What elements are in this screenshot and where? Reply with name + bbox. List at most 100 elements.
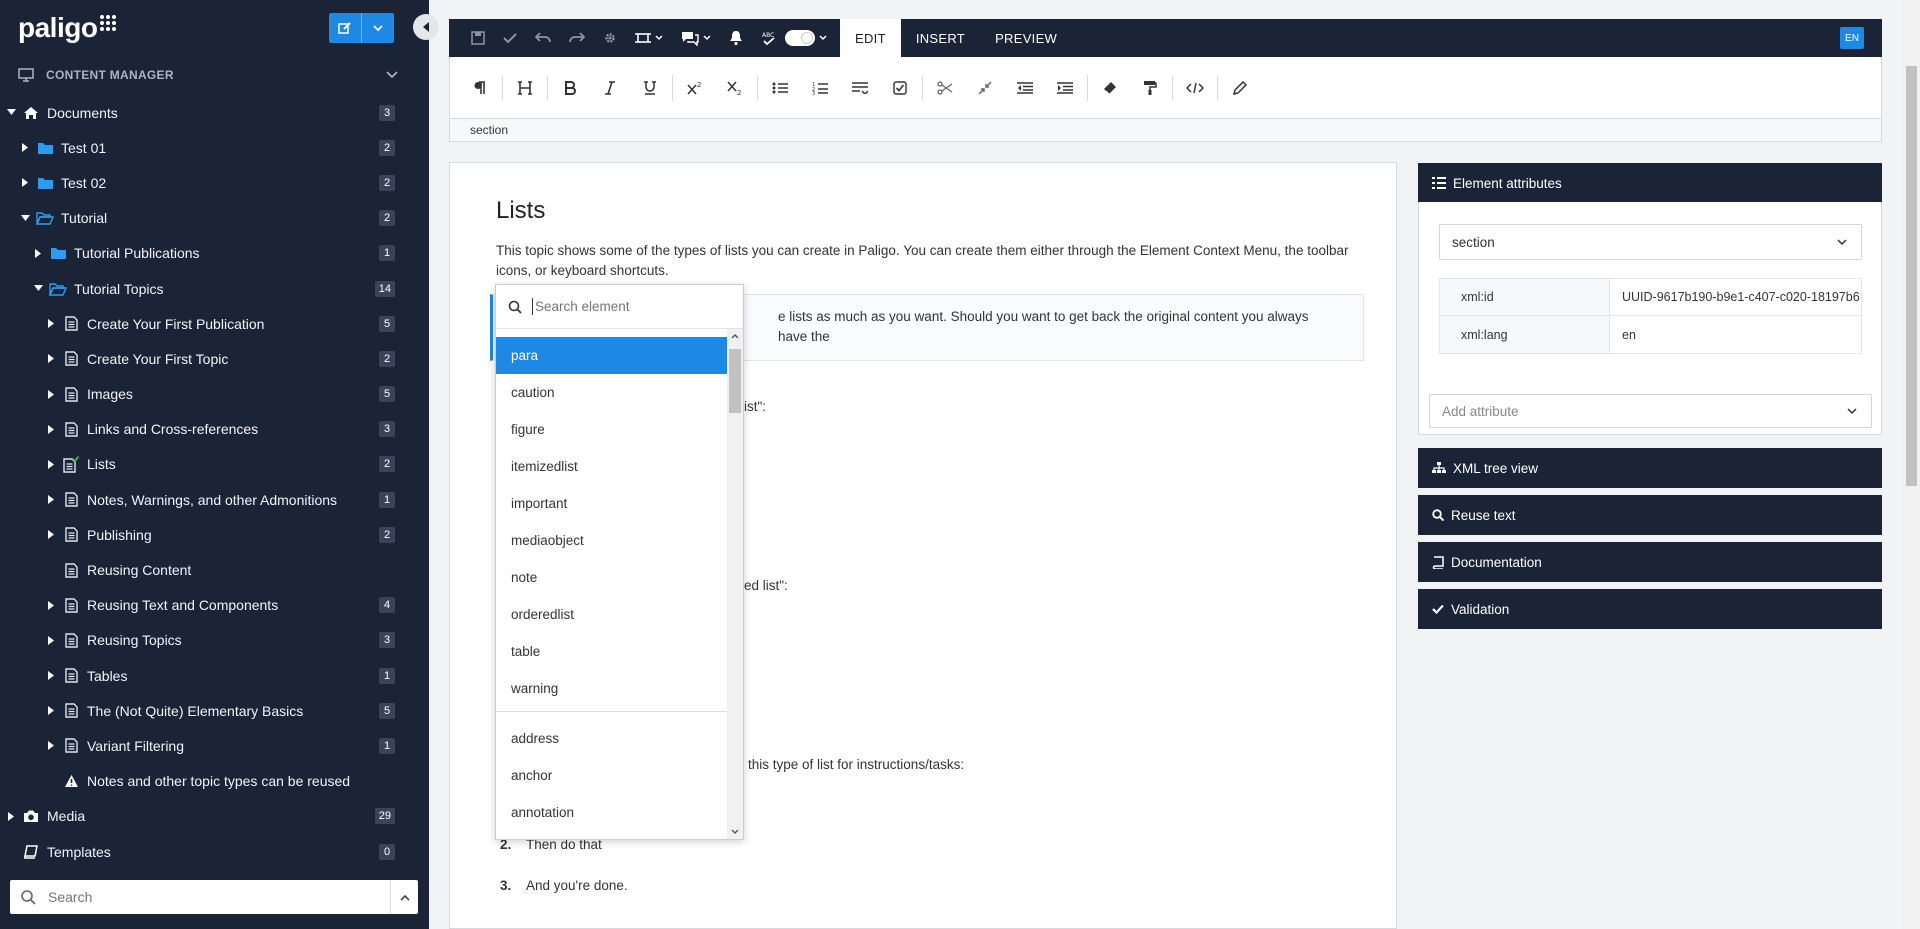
code-icon[interactable]	[1175, 68, 1215, 108]
element-search-input[interactable]	[532, 298, 712, 315]
element-option[interactable]: important	[496, 485, 728, 522]
caret-right-icon[interactable]	[20, 178, 30, 188]
chevron-up-icon[interactable]	[390, 880, 418, 914]
comments-icon[interactable]	[672, 19, 720, 57]
list-item-text[interactable]: And you're done.	[526, 878, 628, 893]
scrollbar-thumb[interactable]	[1906, 66, 1917, 486]
edit-icon[interactable]	[329, 13, 362, 43]
tree-item[interactable]: Lists 2	[0, 447, 429, 482]
undo-icon[interactable]	[526, 19, 560, 57]
redo-icon[interactable]	[560, 19, 594, 57]
element-option[interactable]: itemizedlist	[496, 448, 728, 485]
caret-right-icon[interactable]	[46, 530, 56, 540]
element-attributes-header[interactable]: Element attributes	[1418, 163, 1882, 203]
list-intro-text[interactable]: this type of list for instructions/tasks…	[748, 757, 964, 772]
tree-item[interactable]: Reusing Content	[0, 552, 429, 587]
list-item[interactable]: 3. And you're done.	[500, 878, 628, 893]
numbered-list-icon[interactable]: 123	[800, 68, 840, 108]
note-text[interactable]: e lists as much as you want. Should you …	[778, 307, 1338, 347]
element-search-dropdown[interactable]: paracautionfigureitemizedlistimportantme…	[495, 284, 744, 840]
attribute-value[interactable]: en	[1610, 316, 1861, 353]
caret-down-icon[interactable]	[20, 213, 30, 223]
chevron-down-icon[interactable]	[362, 13, 395, 43]
list-intro-text[interactable]: ed list":	[744, 578, 788, 593]
caret-right-icon[interactable]	[46, 354, 56, 364]
save-icon[interactable]	[462, 19, 494, 57]
page-scrollbar[interactable]	[1903, 0, 1920, 929]
caret-right-icon[interactable]	[46, 706, 56, 716]
caret-right-icon[interactable]	[46, 424, 56, 434]
breadcrumb-item[interactable]: section	[470, 123, 508, 137]
bullet-list-icon[interactable]	[760, 68, 800, 108]
intro-paragraph[interactable]: This topic shows some of the types of li…	[496, 241, 1366, 281]
sidebar-search-input[interactable]	[46, 888, 390, 906]
caret-down-icon[interactable]	[6, 108, 16, 118]
tree-item[interactable]: Variant Filtering 1	[0, 728, 429, 763]
caret-right-icon[interactable]	[46, 635, 56, 645]
tree-item[interactable]: Create Your First Publication 5	[0, 306, 429, 341]
merge-icon[interactable]	[965, 68, 1005, 108]
caret-right-icon[interactable]	[46, 741, 56, 751]
tree-item[interactable]: Tutorial Topics 14	[0, 271, 429, 306]
tree-item[interactable]: Reusing Topics 3	[0, 623, 429, 658]
tree-item[interactable]: Notes, Warnings, and other Admonitions 1	[0, 482, 429, 517]
scroll-up-icon[interactable]	[727, 329, 743, 343]
superscript-icon[interactable]: 2	[675, 68, 715, 108]
content-manager-header[interactable]: CONTENT MANAGER	[18, 64, 398, 86]
element-option[interactable]: note	[496, 559, 728, 596]
tree-item[interactable]: Tables 1	[0, 658, 429, 693]
tab-insert[interactable]: INSERT	[901, 19, 980, 57]
sidebar-search[interactable]	[10, 880, 418, 914]
gear-icon[interactable]	[594, 19, 626, 57]
bell-icon[interactable]	[720, 19, 752, 57]
tree-item[interactable]: Templates 0	[0, 834, 429, 869]
list-intro-text[interactable]: ist":	[744, 399, 766, 414]
underline-icon[interactable]	[630, 68, 670, 108]
tree-item[interactable]: Notes and other topic types can be reuse…	[0, 764, 429, 799]
paragraph-icon[interactable]	[460, 68, 500, 108]
tree-item[interactable]: Documents 3	[0, 95, 429, 130]
tree-item[interactable]: Media 29	[0, 799, 429, 834]
add-attribute-select[interactable]: Add attribute	[1429, 394, 1872, 428]
dropdown-scrollbar[interactable]	[727, 329, 743, 839]
reuse-text-header[interactable]: Reuse text	[1418, 495, 1882, 535]
outdent-icon[interactable]	[1005, 68, 1045, 108]
checklist-icon[interactable]	[880, 68, 920, 108]
tree-item[interactable]: Test 01 2	[0, 130, 429, 165]
document-title[interactable]: Lists	[496, 197, 545, 225]
bold-icon[interactable]	[550, 68, 590, 108]
element-option[interactable]: table	[496, 633, 728, 670]
caret-right-icon[interactable]	[46, 389, 56, 399]
attribute-value[interactable]: UUID-9617b190-b9e1-c407-c020-18197b6	[1610, 279, 1861, 315]
xml-tree-view-header[interactable]: XML tree view	[1418, 448, 1882, 488]
check-icon[interactable]	[494, 19, 526, 57]
attribute-row[interactable]: xml:id UUID-9617b190-b9e1-c407-c020-1819…	[1440, 279, 1861, 316]
tab-preview[interactable]: PREVIEW	[980, 19, 1072, 57]
element-select[interactable]: section	[1439, 224, 1862, 260]
subscript-icon[interactable]: 2	[715, 68, 755, 108]
caret-right-icon[interactable]	[46, 495, 56, 505]
caret-right-icon[interactable]	[46, 459, 56, 469]
element-option[interactable]: annotation	[496, 794, 728, 831]
format-painter-icon[interactable]	[1130, 68, 1170, 108]
validation-header[interactable]: Validation	[1418, 589, 1882, 629]
tree-item[interactable]: Publishing 2	[0, 517, 429, 552]
pencil-icon[interactable]	[1220, 68, 1260, 108]
tree-item[interactable]: Test 02 2	[0, 165, 429, 200]
caret-right-icon[interactable]	[20, 143, 30, 153]
tree-item[interactable]: Links and Cross-references 3	[0, 412, 429, 447]
attribute-row[interactable]: xml:lang en	[1440, 316, 1861, 353]
element-search[interactable]	[496, 285, 743, 329]
caret-right-icon[interactable]	[33, 248, 43, 258]
paligo-logo[interactable]: paligo	[18, 12, 117, 44]
collapse-sidebar-button[interactable]	[413, 14, 439, 40]
tree-item[interactable]: Images 5	[0, 377, 429, 412]
caret-right-icon[interactable]	[46, 671, 56, 681]
element-option[interactable]: address	[496, 720, 728, 757]
definition-list-icon[interactable]	[840, 68, 880, 108]
new-content-button[interactable]	[329, 13, 394, 43]
element-option[interactable]: anchor	[496, 757, 728, 794]
toggle-switch[interactable]	[785, 30, 815, 46]
spellcheck-toggle[interactable]: ABC	[752, 19, 836, 57]
element-option[interactable]: figure	[496, 411, 728, 448]
